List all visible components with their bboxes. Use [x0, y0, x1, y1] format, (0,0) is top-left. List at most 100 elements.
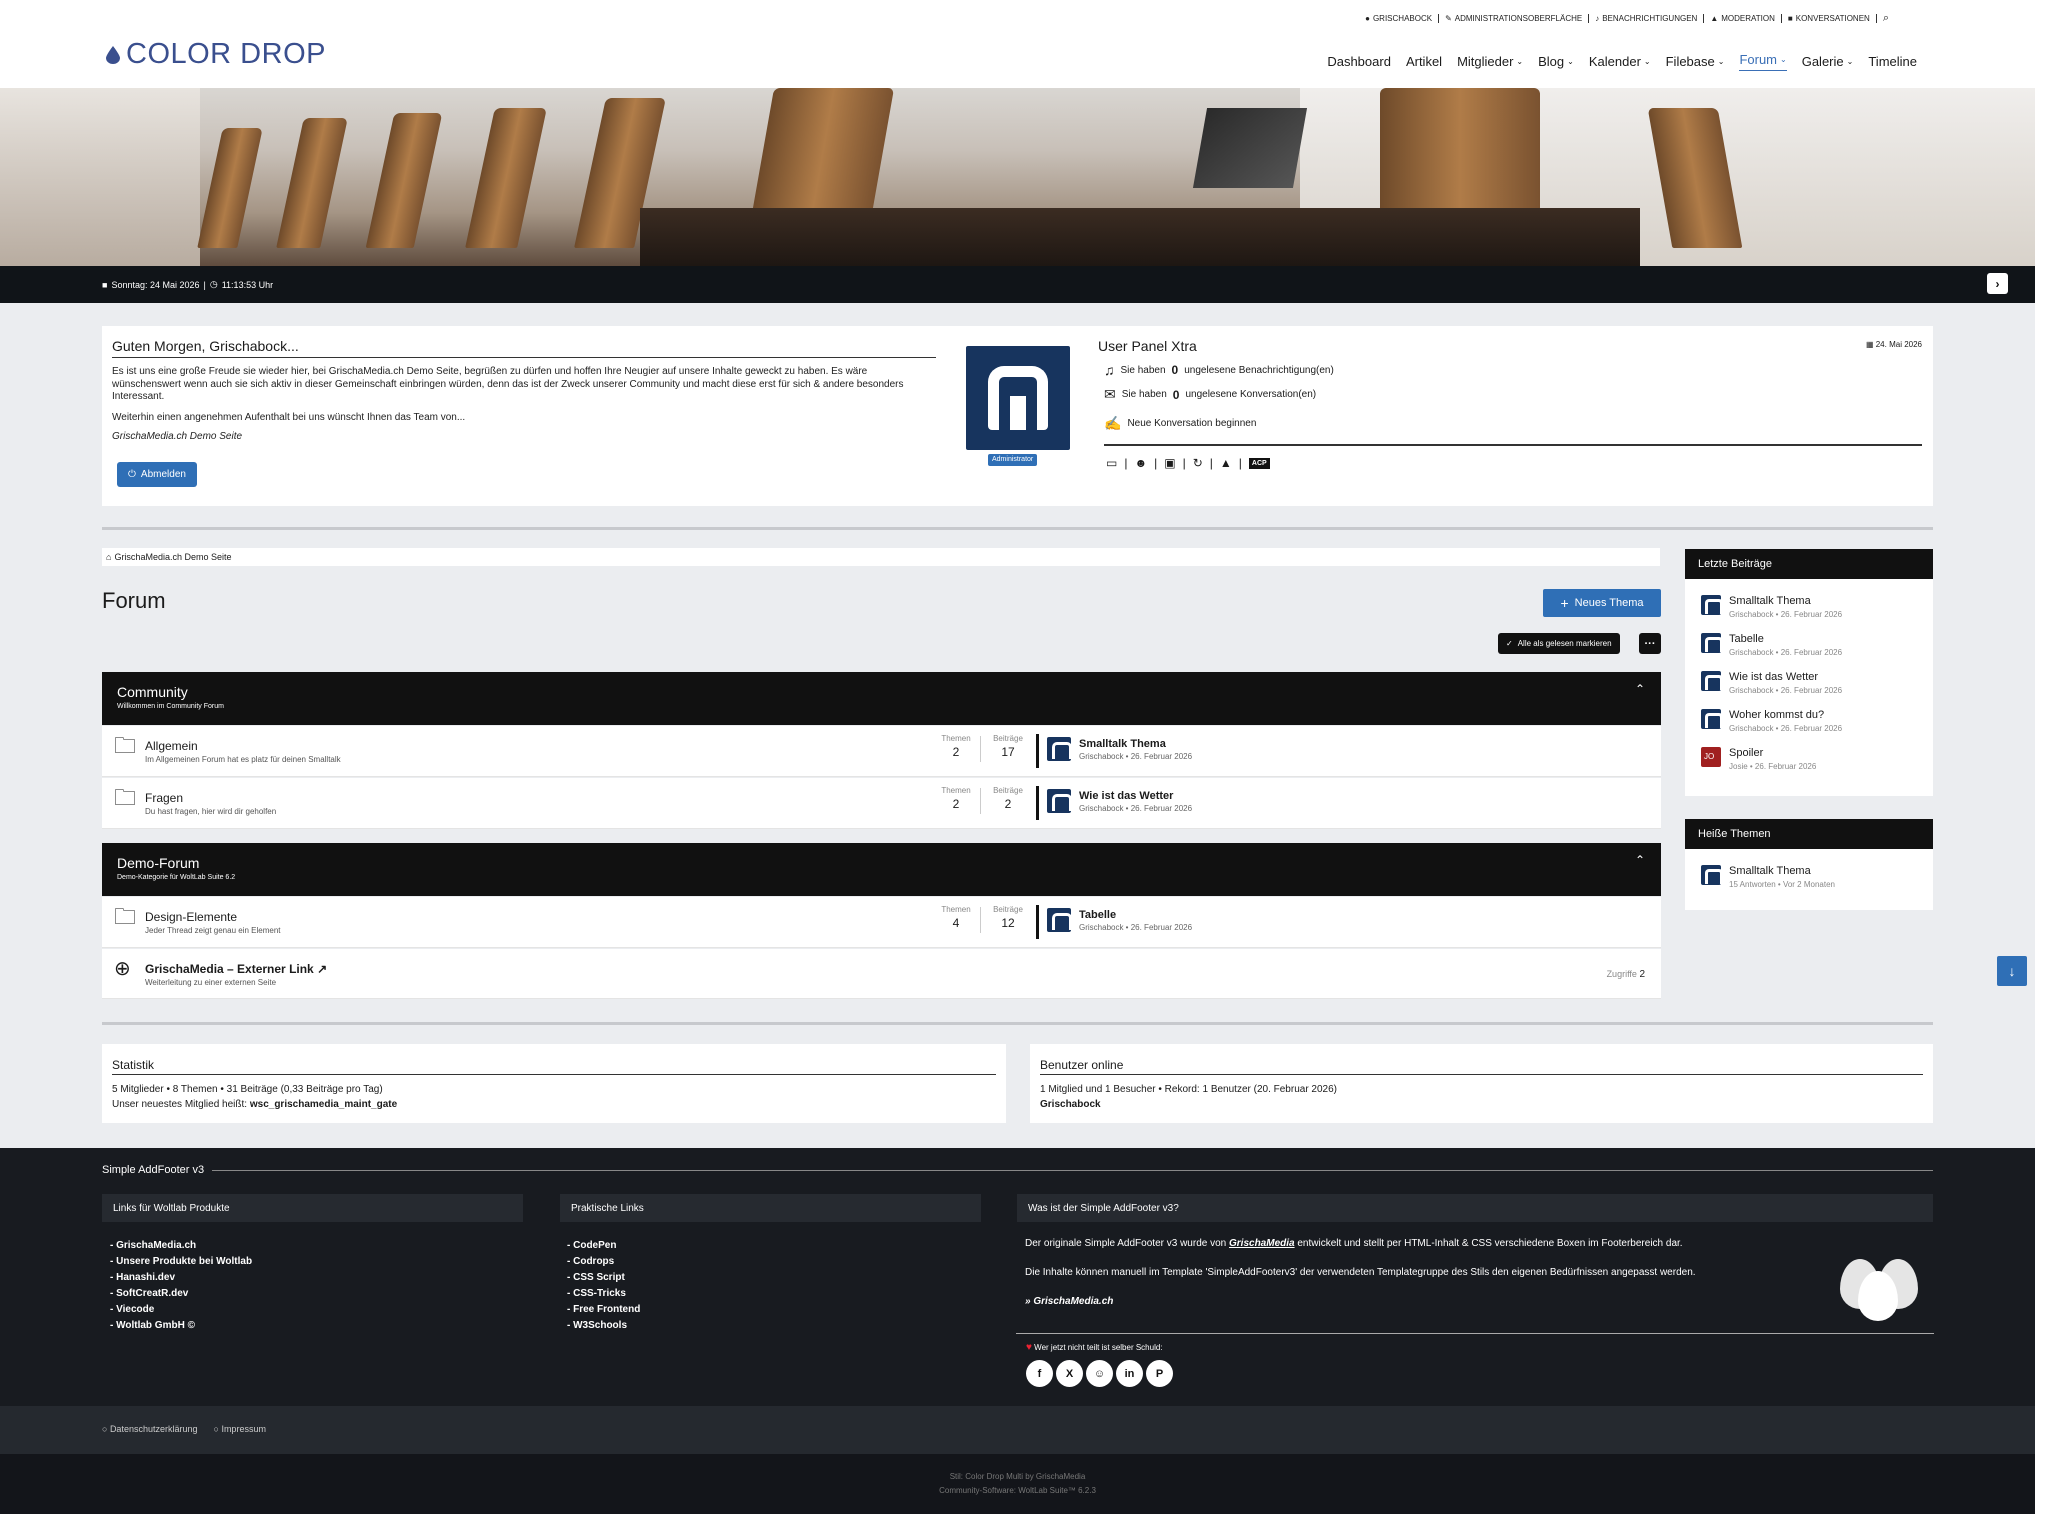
collapse-icon[interactable]: ⌃ [1635, 853, 1645, 867]
list-item[interactable]: Tabelle Grischabock • 26. Februar 2026 [1701, 633, 1842, 657]
pinterest-icon[interactable]: P [1146, 1360, 1173, 1387]
footer-link[interactable]: Unsere Produkte bei Woltlab [110, 1254, 252, 1270]
nav-item-timeline[interactable]: Timeline [1868, 52, 1917, 71]
site-logo[interactable]: COLOR DROP [106, 38, 326, 71]
external-link-row[interactable]: ⊕ GrischaMedia – Externer Link ↗ Weiterl… [102, 949, 1661, 999]
footer-link[interactable]: Free Frontend [567, 1302, 640, 1318]
acp-button[interactable]: ACP [1248, 457, 1270, 469]
footer-link[interactable]: GrischaMedia.ch [110, 1238, 252, 1254]
last-post-title[interactable]: Smalltalk Thema [1079, 738, 1192, 750]
footer-brand-link[interactable]: » GrischaMedia.ch [1025, 1296, 1113, 1307]
footer-link[interactable]: Hanashi.dev [110, 1270, 252, 1286]
category-title[interactable]: Demo-Forum [117, 855, 199, 871]
user-menu-notifications[interactable]: ♪ Benachrichtigungen [1589, 14, 1705, 23]
item-title[interactable]: Smalltalk Thema [1729, 865, 1835, 877]
list-item[interactable]: Smalltalk Thema Grischabock • 26. Februar… [1701, 595, 1842, 619]
footer-link[interactable]: SoftCreatR.dev [110, 1286, 252, 1302]
user-menu-acp-label: Administrationsoberfläche [1454, 14, 1583, 23]
user-cog-icon[interactable]: ☻ [1134, 456, 1147, 470]
board-threads: Themen 2 [938, 786, 974, 811]
nav-item-galerie[interactable]: Galerie ⌄ [1802, 52, 1854, 71]
nav-item-forum[interactable]: Forum ⌄ [1739, 52, 1787, 71]
linkedin-icon[interactable]: in [1116, 1360, 1143, 1387]
user-menu-acp[interactable]: ✎ Administrationsoberfläche [1439, 14, 1590, 23]
board-row[interactable]: 🗀 Allgemein Im Allgemeinen Forum hat es … [102, 726, 1661, 777]
new-conversation-link[interactable]: ✍ Neue Konversation beginnen [1104, 415, 1922, 432]
id-card-icon[interactable]: ▭ [1106, 456, 1117, 470]
board-row[interactable]: 🗀 Fragen Du hast fragen, hier wird dir g… [102, 778, 1661, 829]
item-title[interactable]: Smalltalk Thema [1729, 595, 1842, 607]
warning-icon[interactable]: ▲ [1220, 456, 1232, 470]
footer-title-text: Simple AddFooter v3 [102, 1164, 205, 1176]
image-icon[interactable]: ▣ [1164, 456, 1175, 470]
footer-link[interactable]: Woltlab GmbH © [110, 1318, 252, 1334]
new-thread-button[interactable]: + Neues Thema [1543, 589, 1661, 617]
list-item[interactable]: Woher kommst du? Grischabock • 26. Februa… [1701, 709, 1842, 733]
threads-count: 2 [952, 797, 960, 811]
facebook-icon[interactable]: f [1026, 1360, 1053, 1387]
footer-link[interactable]: W3Schools [567, 1318, 640, 1334]
last-post[interactable]: Smalltalk Thema Grischabock • 26. Februar… [1036, 734, 1192, 768]
last-post-meta: Grischabock • 26. Februar 2026 [1079, 804, 1193, 813]
user-menu-moderation[interactable]: ▲ Moderation [1704, 14, 1782, 23]
online-user-link[interactable]: Grischabock [1040, 1099, 1101, 1110]
list-item[interactable]: Wie ist das Wetter Grischabock • 26. Febr… [1701, 671, 1842, 695]
nav-item-mitglieder[interactable]: Mitglieder ⌄ [1457, 52, 1523, 71]
footer-link[interactable]: CodePen [567, 1238, 640, 1254]
avatar[interactable] [966, 346, 1070, 450]
search-button[interactable]: ⌕ [1877, 12, 1895, 25]
sync-icon[interactable]: ↻ [1193, 456, 1203, 470]
nav-item-blog[interactable]: Blog ⌄ [1538, 52, 1574, 71]
logout-button[interactable]: ⏻ Abmelden [117, 462, 197, 487]
software-credit[interactable]: Community-Software: WoltLab Suite™ 6.2.3 [0, 1484, 2035, 1498]
board-title[interactable]: Fragen [145, 791, 183, 805]
avatar [1047, 908, 1072, 932]
footer-link[interactable]: CSS Script [567, 1270, 640, 1286]
last-post[interactable]: Tabelle Grischabock • 26. Februar 2026 [1036, 905, 1192, 939]
breadcrumb[interactable]: ⌂ GrischaMedia.ch Demo Seite [102, 548, 1660, 566]
list-item[interactable]: Spoiler Josie • 26. Februar 2026 [1701, 747, 1816, 771]
board-title[interactable]: GrischaMedia – Externer Link ↗ [145, 962, 327, 976]
nav-item-filebase[interactable]: Filebase ⌄ [1666, 52, 1725, 71]
category-title[interactable]: Community [117, 684, 188, 700]
scroll-down-button[interactable]: ↓ [1997, 956, 2027, 986]
nav-item-dashboard[interactable]: Dashboard [1327, 52, 1391, 71]
reddit-icon[interactable]: ☺ [1086, 1360, 1113, 1387]
footer-link[interactable]: Viecode [110, 1302, 252, 1318]
threads-label: Themen [941, 734, 971, 743]
list-item[interactable]: Smalltalk Thema 15 Antworten • Vor 2 Mona… [1701, 865, 1835, 889]
chevron-down-icon: ⌄ [1780, 55, 1787, 64]
board-title[interactable]: Allgemein [145, 739, 198, 753]
board-title[interactable]: Design-Elemente [145, 910, 237, 924]
nav-item-kalender[interactable]: Kalender ⌄ [1589, 52, 1651, 71]
more-options-button[interactable]: ··· [1639, 633, 1661, 654]
footer-link[interactable]: Codrops [567, 1254, 640, 1270]
avatar [1701, 633, 1723, 653]
new-thread-label: Neues Thema [1574, 597, 1644, 609]
item-meta: Grischabock • 26. Februar 2026 [1729, 610, 1843, 619]
newest-member: Unser neuestes Mitglied heißt: wsc_grisc… [112, 1099, 397, 1110]
collapse-icon[interactable]: ⌃ [1635, 682, 1645, 696]
last-post-title[interactable]: Wie ist das Wetter [1079, 790, 1192, 802]
mark-all-read-button[interactable]: ✓ Alle als gelesen markieren [1498, 633, 1620, 654]
style-credit[interactable]: Stil: Color Drop Multi by GrischaMedia [0, 1470, 2035, 1484]
user-menu-account[interactable]: ● Grischabock [1359, 14, 1440, 23]
footer-link[interactable]: CSS-Tricks [567, 1286, 640, 1302]
x-icon[interactable]: X [1056, 1360, 1083, 1387]
newest-member-link[interactable]: wsc_grischamedia_maint_gate [250, 1099, 397, 1110]
brand-link[interactable]: GrischaMedia [1229, 1238, 1295, 1249]
item-title[interactable]: Wie ist das Wetter [1729, 671, 1842, 683]
imprint-link[interactable]: ○ Impressum [214, 1424, 266, 1434]
privacy-link[interactable]: ○ Datenschutzerklärung [102, 1424, 198, 1434]
user-menu-conversations[interactable]: ■ Konversationen [1782, 14, 1877, 23]
nav-item-artikel[interactable]: Artikel [1406, 52, 1442, 71]
conversations-info[interactable]: ✉ Sie haben 0 ungelesene Konversation(en) [1104, 386, 1922, 403]
board-row[interactable]: 🗀 Design-Elemente Jeder Thread zeigt gen… [102, 897, 1661, 948]
item-title[interactable]: Woher kommst du? [1729, 709, 1842, 721]
last-post-title[interactable]: Tabelle [1079, 909, 1192, 921]
notifications-info[interactable]: ♫ Sie haben 0 ungelesene Benachrichtigung(e… [1104, 362, 1922, 378]
item-title[interactable]: Spoiler [1729, 747, 1816, 759]
next-button[interactable]: › [1987, 273, 2008, 294]
last-post[interactable]: Wie ist das Wetter Grischabock • 26. Febr… [1036, 786, 1192, 820]
item-title[interactable]: Tabelle [1729, 633, 1842, 645]
